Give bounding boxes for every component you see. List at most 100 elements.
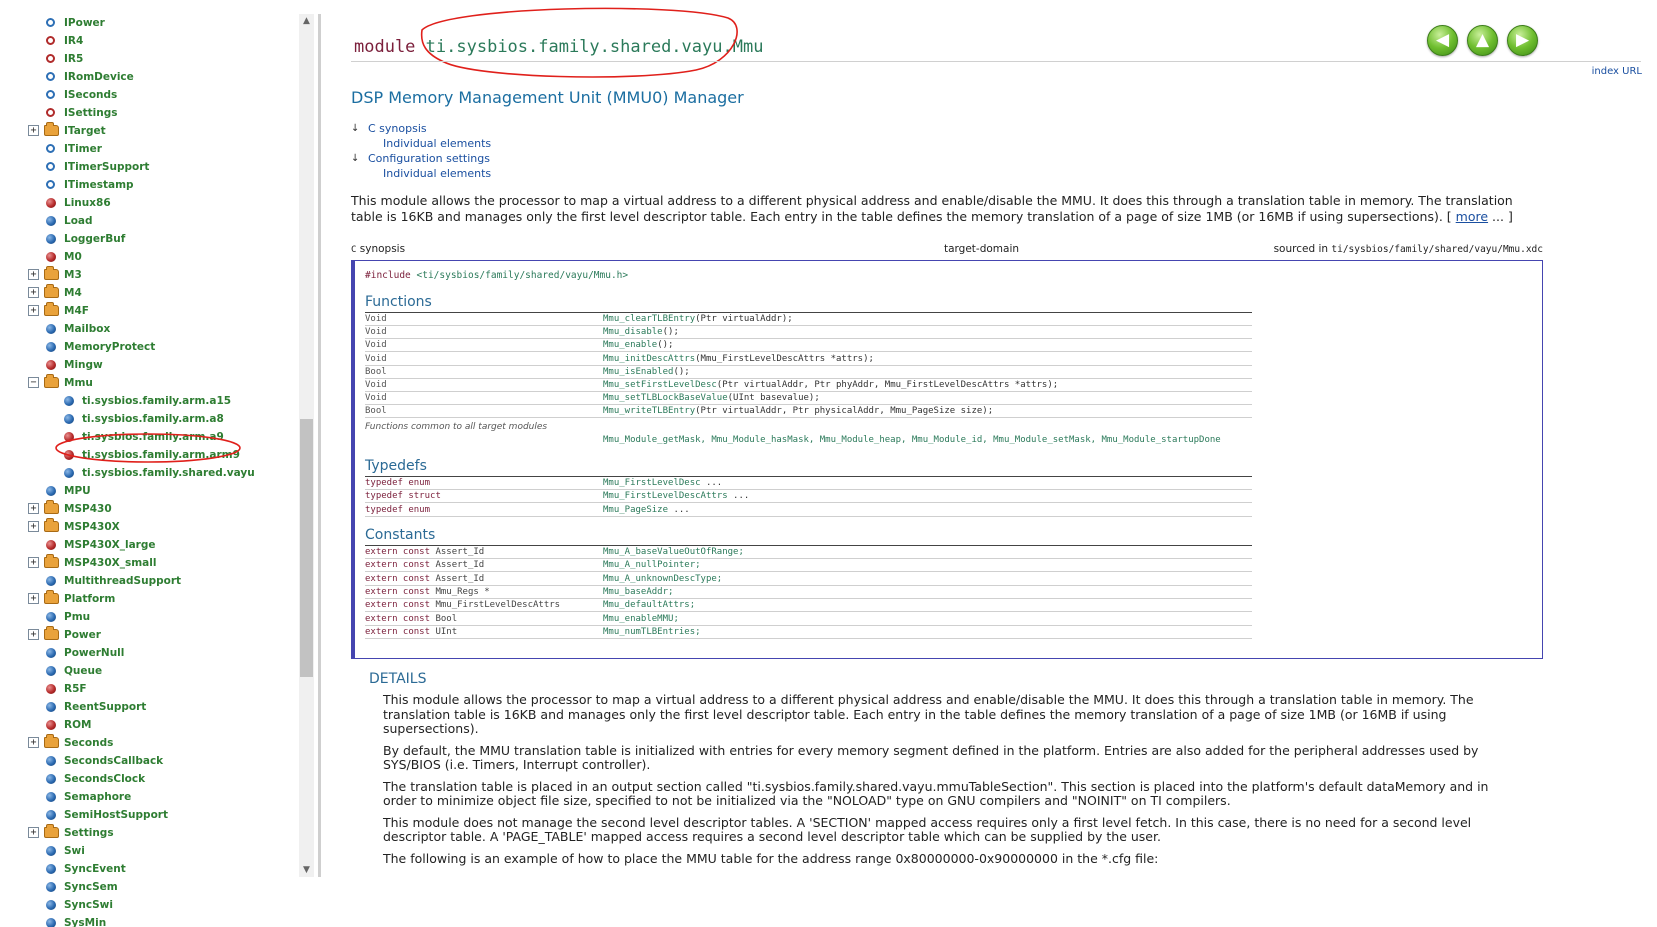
tree-item[interactable]: IRomDevice: [0, 68, 315, 86]
constant-name[interactable]: Mmu_numTLBEntries;: [603, 626, 701, 639]
tree-item[interactable]: Mingw: [0, 356, 315, 374]
tree-item[interactable]: + Platform: [0, 590, 315, 608]
tree-item[interactable]: SysMin: [0, 914, 315, 927]
function-name[interactable]: Mmu_disable: [603, 327, 663, 337]
tree-item[interactable]: + MSP430X: [0, 518, 315, 536]
tree-item[interactable]: + M4: [0, 284, 315, 302]
typedef-name[interactable]: Mmu_FirstLevelDescAttrs: [603, 491, 728, 501]
typedef-name[interactable]: Mmu_FirstLevelDesc: [603, 478, 701, 488]
tree-item[interactable]: Swi: [0, 842, 315, 860]
tree-item[interactable]: ITimerSupport: [0, 158, 315, 176]
function-name[interactable]: Mmu_setFirstLevelDesc: [603, 380, 717, 390]
tree-item[interactable]: ISettings: [0, 104, 315, 122]
expand-icon[interactable]: +: [28, 827, 39, 838]
tree-item[interactable]: + Settings: [0, 824, 315, 842]
expand-icon[interactable]: +: [28, 737, 39, 748]
tree-item[interactable]: + Power: [0, 626, 315, 644]
function-signature[interactable]: Mmu_setTLBLockBaseValue(UInt basevalue);: [603, 392, 820, 405]
tree-item[interactable]: Pmu: [0, 608, 315, 626]
tree-item[interactable]: ti.sysbios.family.arm.a15: [0, 392, 315, 410]
expand-icon[interactable]: +: [28, 629, 39, 640]
tree-item[interactable]: + MSP430: [0, 500, 315, 518]
tree-item[interactable]: Load: [0, 212, 315, 230]
tree-item[interactable]: SyncSem: [0, 878, 315, 896]
tree-item[interactable]: Semaphore: [0, 788, 315, 806]
tree-item[interactable]: ti.sysbios.family.arm.a8: [0, 410, 315, 428]
tree-item[interactable]: ti.sysbios.family.arm.arm9: [0, 446, 315, 464]
tree-item[interactable]: + M4F: [0, 302, 315, 320]
function-name[interactable]: Mmu_writeTLBEntry: [603, 406, 695, 416]
tree-item[interactable]: ITimestamp: [0, 176, 315, 194]
function-name[interactable]: Mmu_enable: [603, 340, 657, 350]
expand-icon[interactable]: +: [28, 503, 39, 514]
toc-config-link[interactable]: Configuration settings: [368, 151, 490, 166]
function-signature[interactable]: Mmu_enable();: [603, 339, 673, 352]
back-arrow-icon[interactable]: ◀: [1427, 25, 1458, 56]
function-name[interactable]: Mmu_setTLBLockBaseValue: [603, 393, 728, 403]
toc-config-individual-link[interactable]: Individual elements: [383, 166, 491, 181]
tree-item[interactable]: + ITarget: [0, 122, 315, 140]
tree-item[interactable]: MSP430X_large: [0, 536, 315, 554]
tree-item[interactable]: + MSP430X_small: [0, 554, 315, 572]
constant-name[interactable]: Mmu_A_baseValueOutOfRange;: [603, 546, 744, 559]
tree-item[interactable]: SecondsCallback: [0, 752, 315, 770]
tree-item[interactable]: SyncEvent: [0, 860, 315, 878]
tree-item[interactable]: ISeconds: [0, 86, 315, 104]
constant-name[interactable]: Mmu_baseAddr;: [603, 586, 673, 599]
function-signature[interactable]: Mmu_isEnabled();: [603, 366, 690, 379]
more-link[interactable]: more: [1456, 209, 1488, 224]
tree-item[interactable]: IR5: [0, 50, 315, 68]
typedef-decl[interactable]: Mmu_FirstLevelDescAttrs ...: [603, 490, 749, 503]
function-name[interactable]: Mmu_isEnabled: [603, 367, 673, 377]
constant-name[interactable]: Mmu_A_nullPointer;: [603, 559, 701, 572]
tree-item[interactable]: PowerNull: [0, 644, 315, 662]
forward-arrow-icon[interactable]: ▶: [1507, 25, 1538, 56]
tree-item[interactable]: ti.sysbios.family.arm.a9: [0, 428, 315, 446]
expand-icon[interactable]: +: [28, 593, 39, 604]
tree-item[interactable]: SemiHostSupport: [0, 806, 315, 824]
constant-name[interactable]: Mmu_A_unknownDescType;: [603, 573, 722, 586]
common-functions-list[interactable]: Mmu_Module_getMask, Mmu_Module_hasMask, …: [603, 435, 1221, 445]
tree-item[interactable]: Linux86: [0, 194, 315, 212]
typedef-decl[interactable]: Mmu_PageSize ...: [603, 504, 690, 517]
tree-item[interactable]: R5F: [0, 680, 315, 698]
expand-icon[interactable]: +: [28, 269, 39, 280]
scrollbar-thumb[interactable]: [300, 419, 313, 677]
tree-item[interactable]: IPower: [0, 14, 315, 32]
function-signature[interactable]: Mmu_setFirstLevelDesc(Ptr virtualAddr, P…: [603, 379, 1058, 392]
tree-item[interactable]: ti.sysbios.family.shared.vayu: [0, 464, 315, 482]
tree-item[interactable]: Mailbox: [0, 320, 315, 338]
expand-icon[interactable]: +: [28, 125, 39, 136]
up-arrow-icon[interactable]: ▲: [1467, 25, 1498, 56]
tree-item[interactable]: SyncSwi: [0, 896, 315, 914]
function-signature[interactable]: Mmu_clearTLBEntry(Ptr virtualAddr);: [603, 313, 793, 326]
tree-item[interactable]: M0: [0, 248, 315, 266]
tree-item[interactable]: + M3: [0, 266, 315, 284]
tree-item[interactable]: − Mmu: [0, 374, 315, 392]
function-signature[interactable]: Mmu_disable();: [603, 326, 679, 339]
index-url-link[interactable]: index URL: [1592, 66, 1642, 77]
tree-item[interactable]: SecondsClock: [0, 770, 315, 788]
tree-item[interactable]: ROM: [0, 716, 315, 734]
tree-item[interactable]: MPU: [0, 482, 315, 500]
tree-item[interactable]: ReentSupport: [0, 698, 315, 716]
function-name[interactable]: Mmu_clearTLBEntry: [603, 314, 695, 324]
tree-item[interactable]: + Seconds: [0, 734, 315, 752]
function-signature[interactable]: Mmu_initDescAttrs(Mmu_FirstLevelDescAttr…: [603, 353, 874, 366]
tree-item[interactable]: ITimer: [0, 140, 315, 158]
function-signature[interactable]: Mmu_writeTLBEntry(Ptr virtualAddr, Ptr p…: [603, 405, 993, 418]
function-name[interactable]: Mmu_initDescAttrs: [603, 354, 695, 364]
scroll-up-arrow-icon[interactable]: ▲: [299, 14, 314, 28]
constant-name[interactable]: Mmu_enableMMU;: [603, 613, 679, 626]
expand-icon[interactable]: +: [28, 287, 39, 298]
expand-icon[interactable]: +: [28, 557, 39, 568]
expand-icon[interactable]: +: [28, 521, 39, 532]
toc-c-individual-link[interactable]: Individual elements: [383, 136, 491, 151]
tree-scrollbar[interactable]: ▲ ▼: [299, 14, 314, 877]
panel-divider[interactable]: [318, 14, 321, 877]
tree-item[interactable]: IR4: [0, 32, 315, 50]
typedef-name[interactable]: Mmu_PageSize: [603, 505, 668, 515]
toc-c-synopsis-link[interactable]: C synopsis: [368, 121, 427, 136]
constant-name[interactable]: Mmu_defaultAttrs;: [603, 599, 695, 612]
tree-item[interactable]: Queue: [0, 662, 315, 680]
